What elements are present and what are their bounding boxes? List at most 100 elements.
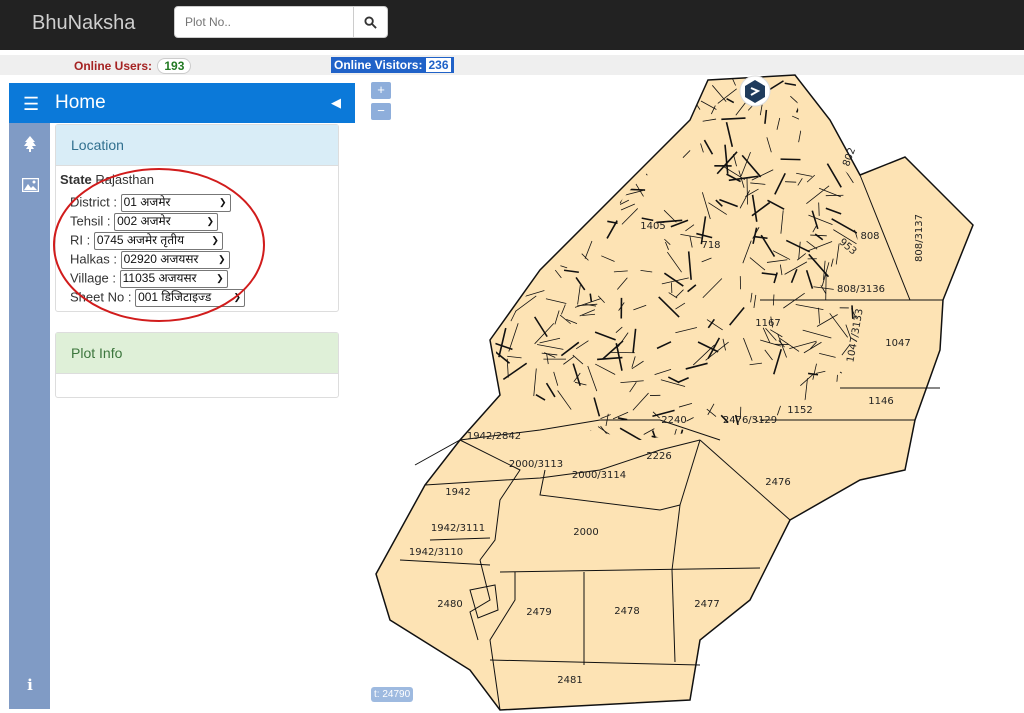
dense-parcel-line: [685, 83, 696, 96]
red-annotation-circle: [53, 168, 265, 322]
dense-parcel-line: [542, 145, 569, 148]
dense-parcel-line: [536, 101, 550, 125]
dense-parcel-line: [615, 113, 627, 135]
plot-label[interactable]: 2000/3114: [572, 470, 626, 481]
dense-parcel-line: [518, 224, 530, 234]
dense-parcel-line: [495, 272, 503, 281]
dense-parcel-line: [658, 93, 673, 96]
dense-parcel-line: [591, 75, 596, 76]
dense-parcel-line: [495, 159, 502, 176]
dense-parcel-line: [591, 189, 594, 203]
plot-label[interactable]: 1405: [640, 221, 665, 232]
dense-parcel-line: [636, 146, 653, 155]
dense-parcel-line: [589, 293, 593, 302]
dense-parcel-line: [504, 155, 517, 158]
dense-parcel-line: [477, 245, 491, 252]
dense-parcel-line: [663, 114, 669, 123]
dense-parcel-line: [550, 75, 570, 87]
dense-parcel-line: [502, 273, 524, 281]
dense-parcel-line: [572, 171, 595, 182]
dense-parcel-line: [516, 100, 522, 112]
plot-label[interactable]: 2476/3129: [723, 415, 777, 426]
plot-label[interactable]: 2000: [573, 527, 598, 538]
plot-label[interactable]: 1146: [868, 396, 893, 407]
plot-label[interactable]: 2480: [437, 599, 462, 610]
plot-label[interactable]: 808/3137: [914, 214, 925, 262]
dense-parcel-line: [515, 76, 524, 93]
plot-label[interactable]: 2240: [661, 415, 686, 426]
dense-parcel-line: [608, 177, 627, 180]
plot-label[interactable]: 2226: [646, 451, 671, 462]
dense-parcel-line: [523, 244, 534, 252]
plot-label[interactable]: 2000/3113: [509, 459, 563, 470]
dense-parcel-line: [555, 139, 570, 147]
sidebar-title: Home: [55, 92, 106, 113]
dense-parcel-line: [539, 109, 551, 129]
dense-parcel-line: [548, 130, 552, 146]
dense-parcel-line: [652, 76, 660, 95]
image-icon[interactable]: [21, 176, 39, 194]
dense-parcel-line: [838, 107, 853, 117]
tree-icon[interactable]: [21, 135, 39, 153]
dense-parcel-line: [631, 101, 646, 118]
dense-parcel-line: [495, 178, 499, 193]
dense-parcel-line: [540, 164, 544, 185]
dense-parcel-line: [504, 145, 530, 154]
dense-parcel-line: [746, 177, 748, 205]
dense-parcel-line: [668, 75, 675, 79]
dense-parcel-line: [495, 84, 504, 89]
dense-parcel-line: [645, 79, 654, 85]
dense-parcel-line: [528, 242, 551, 254]
info-icon[interactable]: i: [21, 676, 39, 694]
dense-parcel-line: [592, 82, 620, 97]
plot-label[interactable]: 718: [701, 240, 720, 251]
map-coordinate-readout: t: 24790: [371, 687, 414, 702]
map-logo-icon: [739, 75, 771, 107]
collapse-sidebar-icon[interactable]: ◀: [331, 95, 341, 111]
dense-parcel-line: [611, 89, 621, 93]
plot-label[interactable]: 808: [860, 231, 879, 242]
dense-parcel-line: [540, 232, 563, 238]
dense-parcel-line: [859, 80, 860, 89]
dense-parcel-line: [853, 75, 860, 89]
plot-label[interactable]: 1942/3111: [431, 523, 485, 534]
dense-parcel-line: [818, 202, 820, 216]
dense-parcel-line: [522, 248, 546, 252]
dense-parcel-line: [520, 90, 548, 98]
dense-parcel-line: [498, 222, 512, 240]
plot-label[interactable]: 2478: [614, 606, 639, 617]
dense-parcel-line: [508, 231, 511, 257]
dense-parcel-line: [531, 134, 542, 142]
plot-label[interactable]: 1047: [885, 338, 910, 349]
dense-parcel-line: [586, 156, 605, 166]
dense-parcel-line: [529, 103, 543, 124]
zoom-out-button[interactable]: −: [371, 103, 391, 120]
plot-label[interactable]: 1942: [445, 487, 470, 498]
dense-parcel-line: [657, 107, 661, 120]
dense-parcel-line: [521, 119, 538, 129]
dense-parcel-line: [621, 146, 626, 161]
plot-label[interactable]: 2479: [526, 607, 551, 618]
plot-label[interactable]: 2476: [765, 477, 790, 488]
plot-label[interactable]: 2481: [557, 675, 582, 686]
dense-parcel-line: [667, 75, 674, 86]
plot-label[interactable]: 1152: [787, 405, 812, 416]
dense-parcel-line: [571, 117, 586, 120]
zoom-in-button[interactable]: +: [371, 82, 391, 99]
dense-parcel-line: [830, 75, 848, 79]
plot-label[interactable]: 808/3136: [837, 284, 885, 295]
dense-parcel-line: [780, 158, 801, 161]
plot-label[interactable]: 1942/3110: [409, 547, 463, 558]
menu-icon[interactable]: ☰: [23, 94, 39, 115]
plot-info-title[interactable]: Plot Info: [56, 333, 338, 374]
dense-parcel-line: [543, 152, 556, 169]
plot-label[interactable]: 2477: [694, 599, 719, 610]
location-panel-title[interactable]: Location: [56, 125, 338, 166]
dense-parcel-line: [630, 108, 633, 128]
dense-parcel-line: [473, 208, 492, 216]
dense-parcel-line: [595, 134, 625, 137]
dense-parcel-line: [576, 191, 587, 196]
plot-label[interactable]: 1167: [755, 318, 780, 329]
plot-label[interactable]: 1942/2842: [467, 431, 521, 442]
plot-info-panel: Plot Info: [55, 332, 339, 398]
